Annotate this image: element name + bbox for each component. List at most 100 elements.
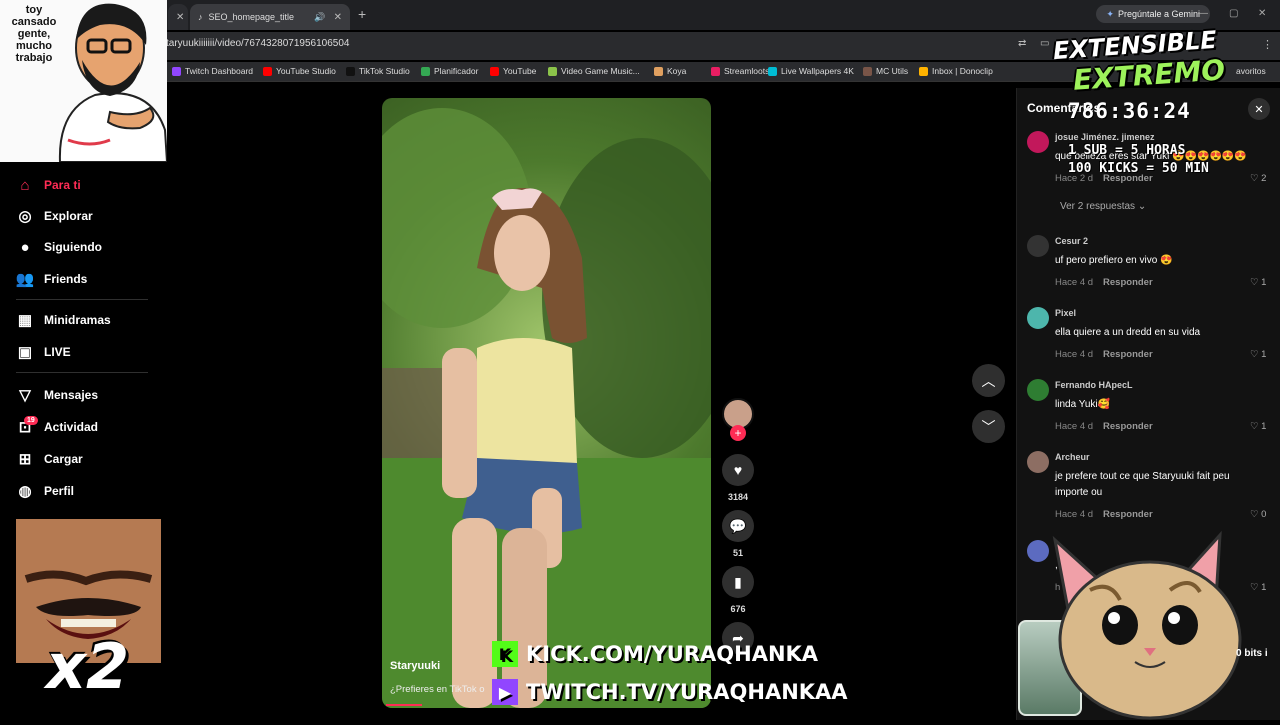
friends-icon: 👥 — [15, 271, 35, 288]
sidebar-item-label: Siguiendo — [44, 240, 102, 254]
comment-username[interactable]: Archeur — [1055, 452, 1090, 462]
sidebar-item-cargar[interactable]: ⊞ Cargar — [16, 450, 83, 468]
like-button[interactable]: ♥ — [722, 454, 754, 486]
comment-like-button[interactable]: ♡ 1 — [1250, 277, 1266, 288]
sidebar-item-minidramas[interactable]: ▦ Minidramas — [16, 311, 111, 329]
close-comments-button[interactable]: ✕ — [1248, 98, 1270, 120]
minimize-icon[interactable]: — — [1198, 8, 1208, 19]
sidebar-divider — [16, 372, 148, 373]
comment-meta: Hace 4 d Responder — [1055, 421, 1153, 432]
sidebar-item-siguiendo[interactable]: ● Siguiendo — [16, 238, 102, 256]
view-replies-label: Ver 2 respuestas — [1060, 201, 1136, 212]
video-progress-bar[interactable] — [386, 704, 422, 706]
sidebar-item-label: Actividad — [44, 420, 99, 434]
sidebar-item-perfil[interactable]: ◍ Perfil — [16, 482, 74, 500]
tab-close-previous[interactable]: ✕ — [168, 4, 188, 30]
new-tab-button[interactable]: + — [358, 6, 366, 22]
sidebar-item-live[interactable]: ▣ LIVE — [16, 343, 71, 361]
bookmark-item[interactable]: Twitch Dashboard — [172, 66, 253, 76]
bookmark-label: Live Wallpapers 4K — [781, 66, 854, 76]
comment-button[interactable]: 💬 — [722, 510, 754, 542]
url-text[interactable]: taryuukiiiiiii/video/7674328071956106504 — [166, 38, 349, 49]
sub-rule: 1 SUB = 5 HORAS — [1068, 143, 1186, 158]
video-player[interactable] — [382, 98, 711, 708]
sidebar-divider — [16, 299, 148, 300]
comment-like-button[interactable]: ♡ 1 — [1250, 349, 1266, 360]
comment-like-count: 1 — [1261, 277, 1267, 288]
bookmark-label: TikTok Studio — [359, 66, 410, 76]
follow-plus-icon[interactable]: + — [730, 425, 746, 441]
bookmark-label: Twitch Dashboard — [185, 66, 254, 76]
like-count: 3184 — [727, 492, 749, 502]
comment-username[interactable]: Pixel — [1055, 308, 1076, 318]
comment-avatar[interactable] — [1027, 379, 1049, 401]
comment-username[interactable]: josue Jiménez. jimenez — [1055, 132, 1155, 142]
close-icon[interactable]: ✕ — [334, 12, 342, 23]
comment-meta: Hace 4 d Responder — [1055, 349, 1153, 360]
comment-text: linda Yuki🥰 — [1055, 399, 1111, 410]
next-video-button[interactable]: ﹀ — [972, 410, 1005, 443]
sidebar-item-label: Cargar — [44, 452, 83, 466]
bookmark-item[interactable]: Live Wallpapers 4K — [768, 66, 854, 76]
sidebar-item-label: Para ti — [44, 178, 81, 192]
comment-like-count: 0 — [1261, 509, 1267, 520]
inbox-icon — [919, 66, 928, 76]
previous-video-button[interactable]: ︿ — [972, 364, 1005, 397]
comment-time: Hace 4 d — [1055, 349, 1094, 360]
bookmark-item[interactable]: TikTok Studio — [346, 66, 410, 76]
comment-time: Hace 4 d — [1055, 509, 1094, 520]
comment-username[interactable]: Fernando HApecL — [1055, 380, 1133, 390]
comment-username[interactable]: Cesur 2 — [1055, 236, 1088, 246]
kick-link: K KICK.COM/YURAQHANKA — [492, 641, 818, 667]
gemini-button[interactable]: ✦ Pregúntale a Gemini — [1096, 5, 1210, 23]
bookmark-item[interactable]: Streamloots — [711, 66, 769, 76]
bookmark-item[interactable]: Planificador — [421, 66, 478, 76]
sidebar-item-friends[interactable]: 👥 Friends — [15, 270, 88, 288]
bookmark-item[interactable]: Inbox | Donoclip — [919, 66, 993, 76]
cast-icon[interactable]: ▭ — [1040, 38, 1049, 49]
comment-like-button[interactable]: ♡ 1 — [1250, 421, 1266, 432]
kick-url: KICK.COM/YURAQHANKA — [526, 642, 819, 666]
comment-avatar[interactable] — [1027, 307, 1049, 329]
view-replies-button[interactable]: Ver 2 respuestas ⌄ — [1060, 201, 1146, 212]
kick-rule: 100 KICKS = 50 MIN — [1068, 161, 1209, 176]
gemini-label: Pregúntale a Gemini — [1117, 9, 1200, 19]
bookmark-item[interactable]: YouTube — [490, 66, 536, 76]
bits-label: 0 bits i — [1236, 648, 1268, 659]
comment-like-button[interactable]: ♡ 0 — [1250, 509, 1266, 520]
sidebar-item-mensajes[interactable]: ▽ Mensajes — [16, 386, 98, 404]
tab-title: SEO_homepage_title — [208, 12, 295, 22]
reply-button[interactable]: Responder — [1103, 349, 1153, 360]
reply-button[interactable]: Responder — [1103, 421, 1153, 432]
close-icon[interactable]: ✕ — [176, 12, 184, 23]
heart-icon: ♥ — [733, 462, 743, 478]
video-author[interactable]: Staryuuki — [390, 660, 440, 672]
comment-avatar[interactable] — [1027, 540, 1049, 562]
bookmark-label: YouTube Studio — [276, 66, 336, 76]
speaker-icon[interactable]: 🔊 — [314, 12, 325, 23]
comment-time: Hace 4 d — [1055, 277, 1094, 288]
bookmark-item[interactable]: Koya — [654, 66, 686, 76]
activity-badge: 19 — [24, 416, 38, 425]
comment-avatar[interactable] — [1027, 235, 1049, 257]
sidebar-item-explorar[interactable]: ◎ Explorar — [16, 207, 92, 225]
sidebar-item-para-ti[interactable]: ⌂ Para ti — [16, 176, 81, 194]
comment-avatar[interactable] — [1027, 451, 1049, 473]
bookmark-item[interactable]: MC Utils — [863, 66, 908, 76]
tab-active[interactable]: ♪ SEO_homepage_title 🔊 ✕ — [190, 4, 350, 30]
save-button[interactable]: ▮ — [722, 566, 754, 598]
bookmark-item[interactable]: YouTube Studio — [263, 66, 336, 76]
bookmark-icon: ▮ — [734, 573, 742, 590]
comment-like-button[interactable]: ♡ 2 — [1250, 173, 1266, 184]
menu-icon[interactable]: ⋮ — [1262, 38, 1273, 51]
music-icon — [548, 66, 557, 76]
maximize-icon[interactable]: ▢ — [1229, 8, 1238, 19]
multiplier-label: x2 — [46, 630, 130, 703]
comment-avatar[interactable] — [1027, 131, 1049, 153]
video-description: ¿Prefieres en TikTok o — [390, 684, 485, 695]
bookmark-item[interactable]: Video Game Music... — [548, 66, 640, 76]
window-close-icon[interactable]: ✕ — [1258, 8, 1266, 19]
reply-button[interactable]: Responder — [1103, 509, 1153, 520]
reply-button[interactable]: Responder — [1103, 277, 1153, 288]
translate-icon[interactable]: ⇄ — [1018, 38, 1026, 49]
